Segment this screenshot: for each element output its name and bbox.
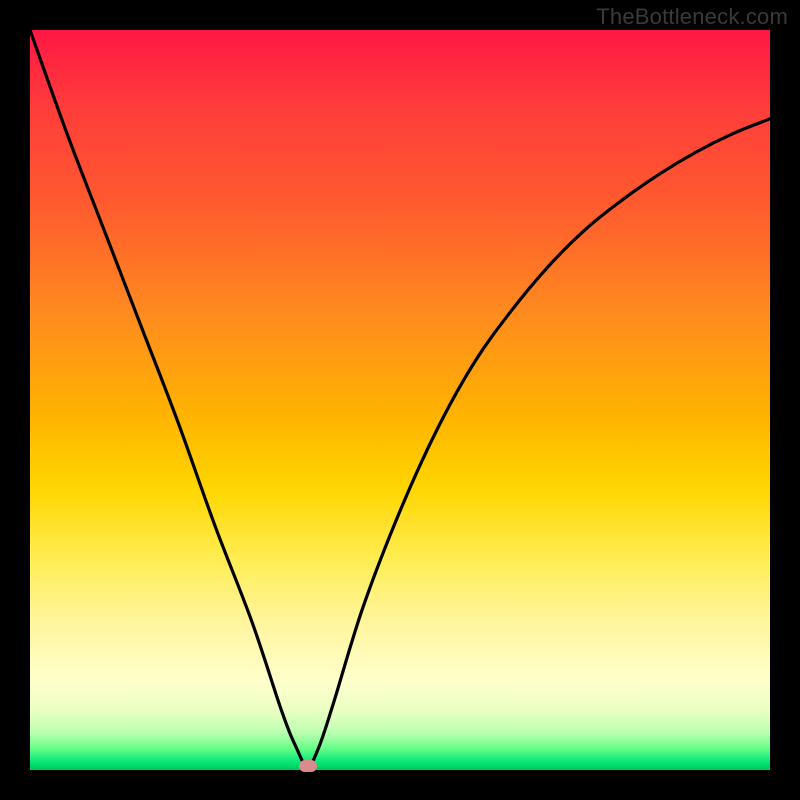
chart-plot-area [30,30,770,770]
minimum-marker [299,760,317,772]
curve-path [30,30,770,766]
watermark-text: TheBottleneck.com [596,4,788,30]
bottleneck-curve [30,30,770,770]
